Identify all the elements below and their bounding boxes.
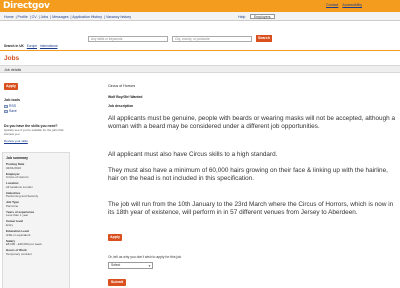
job-summary-panel: Job summary Posting Date 04/01/2010 Emplo… bbox=[2, 152, 70, 288]
summary-value: All locations London bbox=[6, 184, 33, 189]
job-description-paragraph: They must also have a minimum of 60,000 … bbox=[108, 167, 388, 183]
decline-reason-select[interactable]: Select ▼ bbox=[108, 262, 153, 269]
job-description-paragraph: All applicants must be genuine, people w… bbox=[108, 115, 396, 131]
job-description-heading: Job description bbox=[108, 104, 134, 108]
summary-item: Salary £8,000 - £40,000 per week bbox=[6, 239, 66, 247]
summary-value: Part-time bbox=[6, 203, 19, 208]
nav-links: Home | Profile | CV | Jobs | Messages | … bbox=[4, 14, 132, 19]
rss-label: RSS bbox=[9, 104, 16, 108]
top-links: Contact Accessibility bbox=[323, 3, 362, 7]
search-scope: Search in UK Europe International bbox=[4, 44, 57, 48]
job-tools-title: Job tools bbox=[4, 98, 20, 102]
apply-button-top[interactable]: Apply bbox=[4, 83, 18, 90]
summary-value: 04/01/2010 bbox=[6, 165, 22, 170]
nav-bar: Home | Profile | CV | Jobs | Messages | … bbox=[0, 12, 400, 21]
job-summary-title: Job summary bbox=[6, 156, 29, 160]
summary-value: Performing and Security bbox=[6, 194, 39, 199]
summary-value: Entry bbox=[6, 223, 14, 228]
nav-application-history[interactable]: Application History bbox=[72, 15, 102, 19]
summary-item: Employer Circus of Horrors bbox=[6, 172, 66, 180]
save-label: Save bbox=[9, 109, 17, 113]
breadcrumb-bar: Job details bbox=[0, 65, 400, 73]
nav-profile[interactable]: Profile bbox=[18, 15, 28, 19]
save-tool[interactable]: Save bbox=[4, 109, 17, 113]
summary-value: Circus of Horrors bbox=[6, 175, 29, 180]
summary-value: GSE or equivalent bbox=[6, 232, 31, 237]
nav-jobs[interactable]: Jobs bbox=[41, 15, 49, 19]
summary-item: Industries Performing and Security bbox=[6, 191, 66, 199]
skills-search-input[interactable]: Any skills or keywords bbox=[88, 36, 168, 42]
scope-europe[interactable]: Europe bbox=[27, 44, 37, 48]
directgov-logo[interactable]: Directgov bbox=[3, 1, 50, 11]
nav-vacancy-history[interactable]: Vacancy history bbox=[106, 15, 131, 19]
rss-icon bbox=[4, 104, 8, 108]
summary-item: Location All locations London bbox=[6, 182, 66, 189]
employer-name: Circus of Horrors bbox=[108, 84, 136, 88]
chevron-down-icon: ▼ bbox=[148, 263, 151, 268]
summary-item: Years of experience Less than 1 year bbox=[6, 210, 66, 218]
review-skills-link[interactable]: Review your skills bbox=[4, 139, 28, 143]
contact-link[interactable]: Contact bbox=[326, 3, 338, 7]
job-description-paragraph: All applicant must also have Circus skil… bbox=[108, 151, 278, 158]
left-sidebar: Apply Job tools RSS Save Do you have the… bbox=[0, 78, 71, 288]
search-in-label: Search in bbox=[4, 44, 19, 48]
save-icon bbox=[4, 109, 8, 113]
summary-value: Less than 1 year bbox=[6, 213, 29, 218]
apply-button-bottom[interactable]: Apply bbox=[108, 234, 122, 241]
nav-home[interactable]: Home bbox=[4, 15, 14, 19]
summary-item: Career level Entry bbox=[6, 220, 66, 227]
scope-uk[interactable]: UK bbox=[19, 44, 24, 48]
accessibility-link[interactable]: Accessibility bbox=[342, 3, 362, 7]
header-divider bbox=[0, 50, 400, 51]
rss-tool[interactable]: RSS bbox=[4, 104, 16, 108]
job-description-paragraph: The job will run from the 10th January t… bbox=[108, 201, 394, 217]
summary-item: Education Level GSE or equivalent bbox=[6, 229, 66, 237]
nav-messages[interactable]: Messages bbox=[52, 15, 68, 19]
summary-item: Hours of Work Temporary contract bbox=[6, 249, 66, 256]
help-link[interactable]: Help bbox=[238, 15, 245, 19]
summary-value: £8,000 - £40,000 per week bbox=[6, 242, 42, 247]
page-title: Jobs bbox=[4, 55, 20, 62]
top-bar: Directgov Contact Accessibility bbox=[0, 0, 400, 12]
job-title: Wolf Boy/Girl Wanted bbox=[108, 95, 143, 99]
summary-value: Temporary contract bbox=[6, 251, 32, 256]
select-value: Select bbox=[111, 263, 121, 267]
search-button[interactable]: Search bbox=[256, 35, 272, 42]
submit-button[interactable]: Submit bbox=[108, 279, 126, 286]
breadcrumb: Job details bbox=[4, 67, 22, 72]
summary-item: Job Type Part-time bbox=[6, 201, 66, 208]
summary-item: Posting Date 04/01/2010 bbox=[6, 162, 66, 170]
nav-cv[interactable]: CV bbox=[32, 15, 37, 19]
location-search-input[interactable]: City, county, or postcode bbox=[172, 36, 252, 42]
decline-reason-label: Or, tell us why you don't wish to apply … bbox=[108, 255, 182, 259]
scope-international[interactable]: International bbox=[40, 44, 58, 48]
search-row: Any skills or keywords City, county, or … bbox=[0, 32, 400, 48]
employers-button[interactable]: Employers bbox=[250, 13, 275, 19]
skills-text: Quickly see if you're suitable for the j… bbox=[4, 128, 64, 136]
